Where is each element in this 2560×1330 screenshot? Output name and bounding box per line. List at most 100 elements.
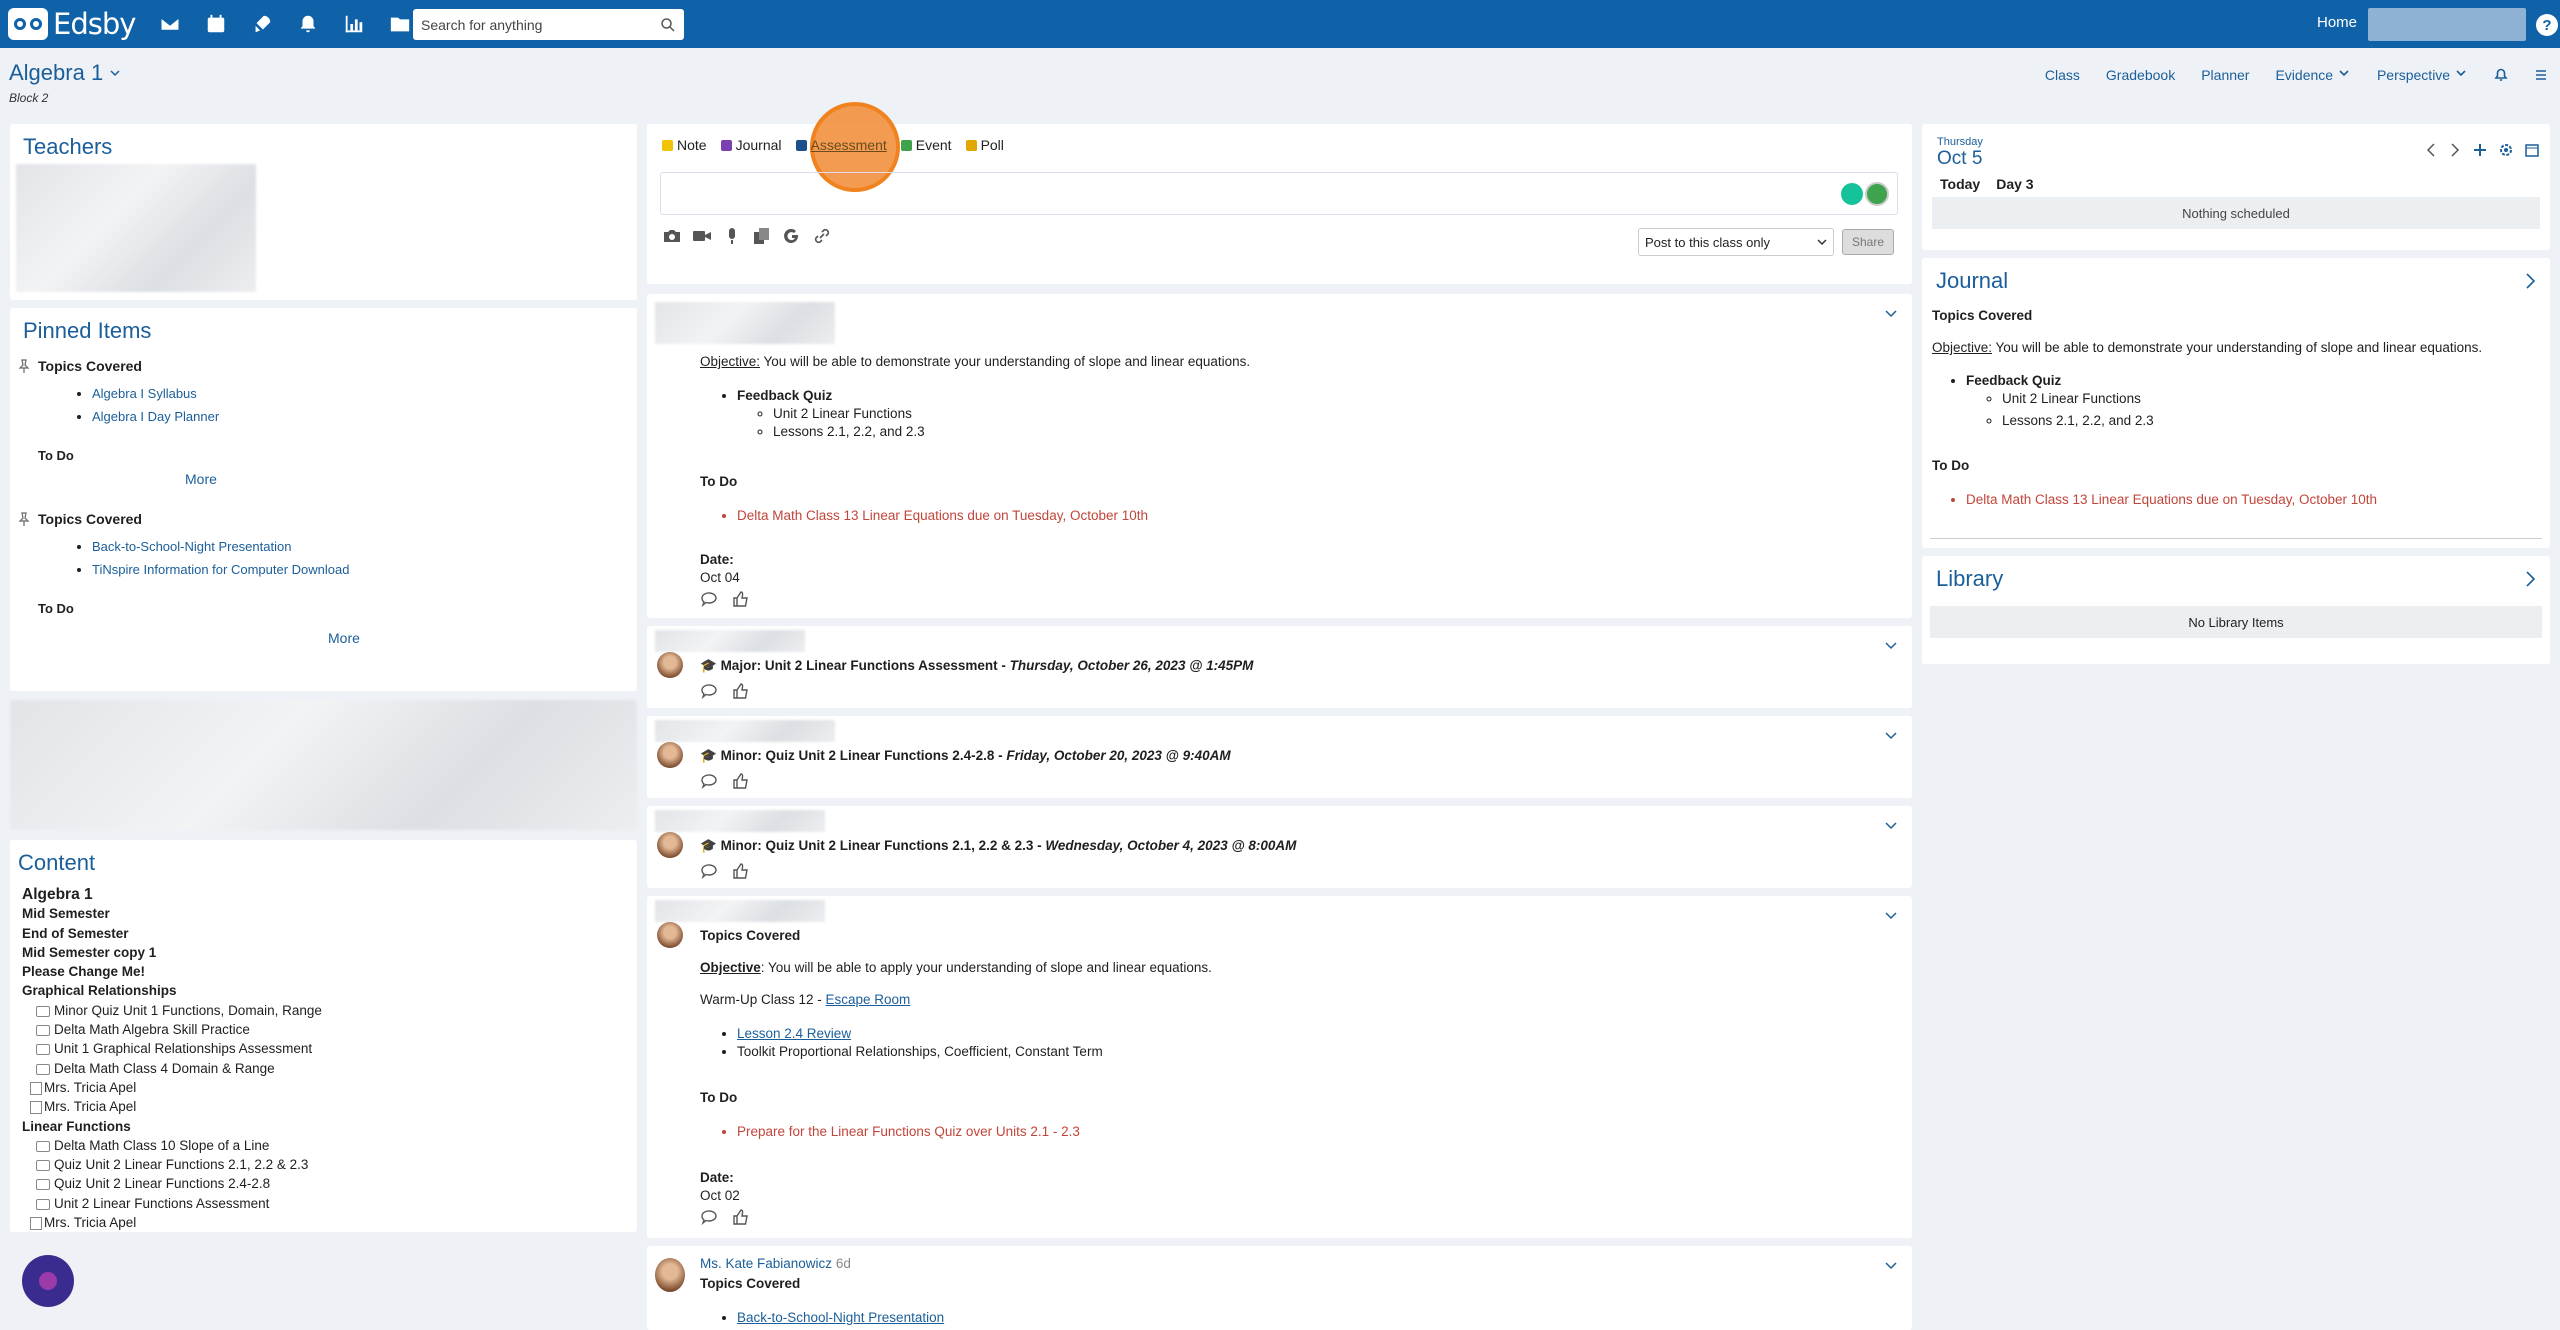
more-link[interactable]: More [328, 630, 618, 646]
note-icon [662, 139, 673, 151]
content-folder[interactable]: Please Change Me! [22, 962, 622, 981]
journal-quiz: Feedback Quiz [1966, 373, 2062, 388]
content-item[interactable]: Delta Math Algebra Skill Practice [22, 1020, 622, 1039]
tab-journal[interactable]: Journal [720, 137, 782, 153]
library-title[interactable]: Library [1936, 566, 2003, 592]
content-folder[interactable]: End of Semester [22, 924, 622, 943]
files-icon[interactable] [752, 226, 772, 246]
home-link[interactable]: Home [2317, 14, 2357, 31]
content-folder[interactable]: Linear Functions [22, 1117, 622, 1136]
chevron-down-icon[interactable] [1884, 1258, 1898, 1272]
journal-title[interactable]: Journal [1936, 268, 2008, 294]
escape-room-link[interactable]: Escape Room [826, 992, 911, 1007]
thumbs-up-icon[interactable] [732, 590, 750, 608]
nav-planner[interactable]: Planner [2201, 67, 2249, 83]
gear-icon[interactable] [2498, 142, 2514, 158]
bell-icon[interactable] [295, 11, 321, 37]
tab-note[interactable]: Note [662, 137, 707, 153]
content-folder[interactable]: Graphical Relationships [22, 981, 622, 1000]
pinned-link[interactable]: TiNspire Information for Computer Downlo… [92, 562, 618, 577]
comment-icon[interactable] [700, 590, 718, 608]
chevron-down-icon[interactable] [1884, 728, 1898, 742]
thumbs-up-icon[interactable] [732, 1208, 750, 1226]
chevron-right-icon[interactable] [2448, 142, 2462, 158]
more-link[interactable]: More [185, 471, 618, 487]
microphone-icon[interactable] [722, 226, 742, 246]
pinned-link[interactable]: Algebra I Syllabus [92, 386, 618, 401]
content-item[interactable]: Unit 2 Linear Functions Assessment [22, 1194, 622, 1213]
comment-icon[interactable] [700, 682, 718, 700]
content-note-item[interactable]: Mrs. Tricia Apel [22, 1078, 622, 1097]
compose-input[interactable] [660, 172, 1898, 215]
content-item[interactable]: Quiz Unit 2 Linear Functions 2.1, 2.2 & … [22, 1155, 622, 1174]
chevron-down-icon[interactable] [1884, 908, 1898, 922]
pinned-link[interactable]: Algebra I Day Planner [92, 409, 618, 424]
hamburger-menu-icon[interactable] [2534, 68, 2548, 82]
chevron-right-icon[interactable] [2524, 272, 2536, 290]
post-audience-select[interactable]: Post to this class only [1638, 228, 1834, 256]
bell-outline-icon[interactable] [2494, 68, 2508, 82]
post-warmup: Warm-Up Class 12 - Escape Room [700, 992, 911, 1007]
nav-perspective[interactable]: Perspective [2377, 66, 2468, 83]
chevron-left-icon[interactable] [2424, 142, 2438, 158]
mortarboard-icon: 🎓 [700, 658, 721, 673]
class-title[interactable]: Algebra 1 [9, 60, 121, 86]
content-item[interactable]: Quiz Unit 2 Linear Functions 2.4-2.8 [22, 1174, 622, 1193]
post-link[interactable]: Back-to-School-Night Presentation [737, 1310, 944, 1325]
help-icon[interactable]: ? [2536, 14, 2558, 36]
top-navigation-bar: Edsby Search for anything Home ? [0, 0, 2560, 48]
post-author[interactable]: Ms. Kate Fabianowicz 6d [700, 1256, 851, 1271]
assessment-title[interactable]: 🎓 Major: Unit 2 Linear Functions Assessm… [700, 658, 1253, 674]
link-icon[interactable] [812, 226, 832, 246]
journal-sub-item: Lessons 2.1, 2.2, and 2.3 [2002, 413, 2154, 428]
nav-gradebook[interactable]: Gradebook [2106, 67, 2175, 83]
thumbs-up-icon[interactable] [732, 682, 750, 700]
assessment-title[interactable]: 🎓 Minor: Quiz Unit 2 Linear Functions 2.… [700, 748, 1231, 764]
content-folder[interactable]: Algebra 1 [22, 885, 622, 904]
chevron-down-icon[interactable] [1884, 818, 1898, 832]
content-folder[interactable]: Mid Semester [22, 904, 622, 923]
messages-icon[interactable] [157, 11, 183, 37]
content-note-item[interactable]: Mrs. Tricia Apel [22, 1213, 622, 1232]
nav-evidence[interactable]: Evidence [2275, 66, 2350, 83]
journal-heading: Topics Covered [1932, 308, 2033, 323]
plus-icon[interactable] [2472, 142, 2488, 158]
nav-class[interactable]: Class [2045, 67, 2080, 83]
video-icon[interactable] [692, 226, 712, 246]
pinned-group-heading: Topics Covered [18, 511, 618, 527]
comment-icon[interactable] [700, 862, 718, 880]
content-item[interactable]: Delta Math Class 4 Domain & Range [22, 1059, 622, 1078]
thumbs-up-icon[interactable] [732, 772, 750, 790]
rocket-icon[interactable] [249, 11, 275, 37]
search-input[interactable]: Search for anything [413, 9, 684, 40]
tab-poll[interactable]: Poll [965, 137, 1004, 153]
content-folder[interactable]: Mid Semester copy 1 [22, 943, 622, 962]
grammarly-icon[interactable] [1841, 183, 1863, 205]
chevron-down-icon[interactable] [1884, 306, 1898, 320]
comment-icon[interactable] [700, 1208, 718, 1226]
assistant-launcher-button[interactable] [22, 1255, 74, 1307]
thumbs-up-icon[interactable] [732, 862, 750, 880]
share-button[interactable]: Share [1842, 229, 1894, 255]
today-button[interactable]: Today [1940, 176, 1980, 192]
content-item[interactable]: Minor Quiz Unit 1 Functions, Domain, Ran… [22, 1001, 622, 1020]
content-item[interactable]: Delta Math Class 10 Slope of a Line [22, 1136, 622, 1155]
chevron-right-icon[interactable] [2524, 570, 2536, 588]
assessment-title[interactable]: 🎓 Minor: Quiz Unit 2 Linear Functions 2.… [700, 838, 1296, 854]
chevron-down-icon[interactable] [1884, 638, 1898, 652]
pinned-link[interactable]: Back-to-School-Night Presentation [92, 539, 618, 554]
content-note-item[interactable]: Mrs. Tricia Apel [22, 1097, 622, 1116]
post-link[interactable]: Lesson 2.4 Review [737, 1026, 851, 1041]
tab-assessment[interactable]: Assessment [795, 137, 887, 153]
content-item[interactable]: Unit 1 Graphical Relationships Assessmen… [22, 1039, 622, 1058]
edsby-logo[interactable]: Edsby [8, 7, 136, 41]
google-icon[interactable] [782, 226, 802, 246]
tab-event[interactable]: Event [900, 137, 952, 153]
camera-icon[interactable] [662, 226, 682, 246]
folder-icon[interactable] [387, 11, 413, 37]
chart-icon[interactable] [341, 11, 367, 37]
comment-icon[interactable] [700, 772, 718, 790]
calendar-icon[interactable] [203, 11, 229, 37]
calendar-icon[interactable] [2524, 142, 2540, 158]
user-menu[interactable] [2368, 8, 2526, 41]
